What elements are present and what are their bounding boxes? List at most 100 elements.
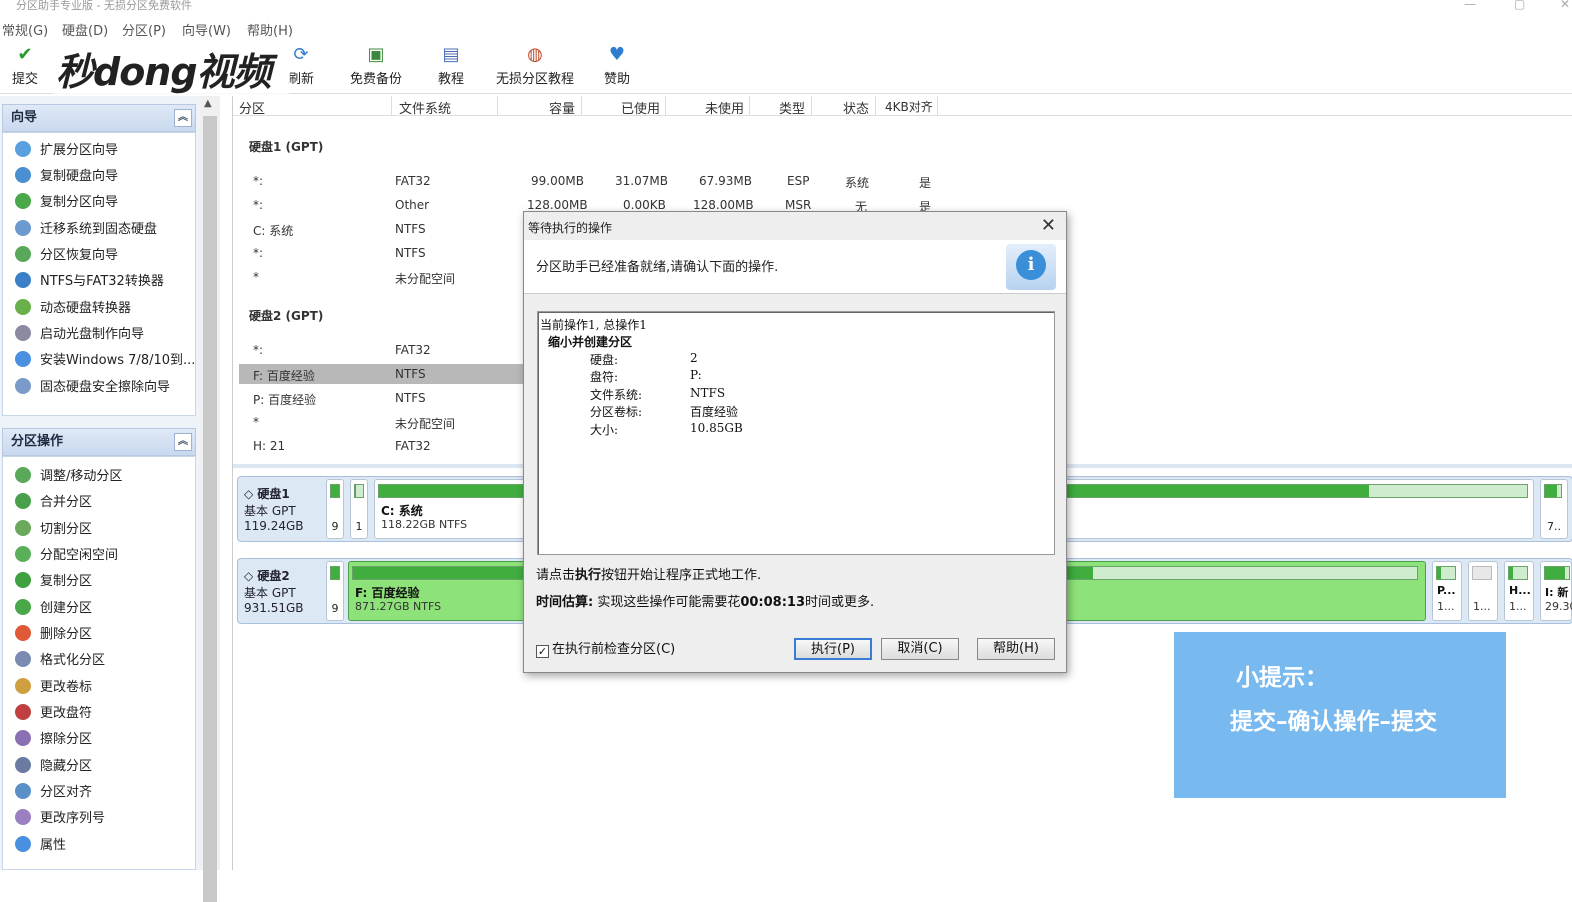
wizard-item[interactable]: 固态硬盘安全擦除向导	[15, 377, 170, 399]
estimate-text: 时间或更多.	[805, 595, 875, 610]
scrollbar-thumb[interactable]	[203, 116, 217, 902]
partition-block[interactable]: 9	[326, 479, 344, 539]
menu-help[interactable]: 帮助(H)	[247, 20, 293, 39]
partition-name: P...	[1437, 584, 1456, 597]
operations-list[interactable]: 当前操作1, 总操作1 缩小并创建分区 硬盘: 2 盘符: P: 文件系统: N…	[537, 311, 1055, 555]
col-divider	[749, 96, 750, 116]
partition-block-unallocated[interactable]: 1...	[1468, 561, 1498, 621]
op-item[interactable]: 复制分区	[15, 571, 92, 593]
collapse-icon[interactable]: ︽	[174, 109, 192, 127]
col-status[interactable]: 状态	[843, 98, 869, 117]
op-item[interactable]: 调整/移动分区	[15, 466, 122, 488]
menu-general[interactable]: 常规(G)	[2, 20, 48, 39]
op-icon	[15, 809, 31, 825]
cancel-button[interactable]: 取消(C)	[881, 638, 959, 660]
wizard-item[interactable]: 复制分区向导	[15, 192, 118, 214]
col-4k-align[interactable]: 4KB对齐	[885, 98, 933, 115]
partition-block[interactable]: 1	[350, 479, 368, 539]
check-before-execute-checkbox[interactable]: ✓ 在执行前检查分区(C)	[536, 638, 675, 658]
disk1-header[interactable]: 硬盘1 (GPT)	[249, 138, 323, 155]
partition-block[interactable]: I: 新 29.30	[1540, 561, 1572, 621]
maximize-icon[interactable]: ▢	[1514, 0, 1525, 10]
wizard-item-label: 分区恢复向导	[40, 248, 119, 263]
col-capacity[interactable]: 容量	[549, 98, 575, 117]
checkbox-icon[interactable]: ✓	[536, 645, 549, 658]
op-item[interactable]: 隐藏分区	[15, 756, 92, 778]
close-icon[interactable]: ✕	[1041, 216, 1056, 236]
tutorial-button[interactable]: ▤ 教程	[438, 44, 464, 87]
col-unused[interactable]: 未使用	[705, 98, 744, 117]
disk2-size: 931.51GB	[244, 601, 304, 615]
wizard-item[interactable]: 分区恢复向导	[15, 245, 118, 267]
lossless-tutorial-button[interactable]: ◍ 无损分区教程	[496, 44, 574, 87]
wizard-item[interactable]: 复制硬盘向导	[15, 166, 118, 188]
wizard-item[interactable]: 迁移系统到固态硬盘	[15, 219, 157, 241]
col-divider	[497, 96, 498, 116]
backup-button[interactable]: ▣ 免费备份	[350, 44, 402, 87]
menu-wizard[interactable]: 向导(W)	[182, 20, 231, 39]
partition-block[interactable]: 9	[326, 561, 344, 621]
op-item[interactable]: 合并分区	[15, 492, 92, 514]
cell-capacity: 99.00MB	[531, 174, 584, 188]
op-item[interactable]: 删除分区	[15, 624, 92, 646]
op-item[interactable]: 格式化分区	[15, 650, 105, 672]
col-partition[interactable]: 分区	[239, 98, 265, 117]
wizard-item[interactable]: 扩展分区向导	[15, 140, 118, 162]
sidebar-scrollbar[interactable]: ▲	[200, 96, 220, 902]
help-button[interactable]: 帮助(H)	[977, 638, 1055, 660]
cell-status: 系统	[845, 176, 870, 190]
donate-label: 赞助	[604, 72, 631, 87]
col-used[interactable]: 已使用	[621, 98, 660, 117]
partition-block[interactable]: H... 1...	[1504, 561, 1534, 621]
col-filesystem[interactable]: 文件系统	[399, 98, 451, 117]
wizard-item[interactable]: 安装Windows 7/8/10到...	[15, 350, 195, 372]
menu-partition[interactable]: 分区(P)	[122, 20, 166, 39]
op-icon	[15, 704, 31, 720]
donate-button[interactable]: ♥ 赞助	[604, 44, 630, 87]
cell-filesystem: 未分配空间	[395, 417, 456, 431]
op-item[interactable]: 分区对齐	[15, 782, 92, 804]
tip-title: 小提示：	[1236, 665, 1328, 691]
op-item[interactable]: 切割分区	[15, 519, 92, 541]
partition-block[interactable]: 7..	[1540, 479, 1568, 539]
execute-button[interactable]: 执行(P)	[794, 638, 872, 660]
op-item-label: 擦除分区	[40, 732, 93, 747]
partition-name: F: 百度经验	[355, 586, 420, 600]
op-item[interactable]: 擦除分区	[15, 729, 92, 751]
wizard-icon	[15, 272, 31, 288]
ops-panel-header[interactable]: 分区操作 ︽	[2, 428, 196, 456]
ops-panel: 调整/移动分区 合并分区 切割分区 分配空闲空间 复制分区 创建分区 删除分区 …	[2, 456, 196, 870]
col-type[interactable]: 类型	[779, 98, 805, 117]
collapse-icon[interactable]: ︽	[174, 433, 192, 451]
submit-button[interactable]: ✔ 提交	[12, 44, 38, 87]
partition-name: H...	[1509, 584, 1531, 597]
pending-operations-dialog: 等待执行的操作 ✕ 分区助手已经准备就绪,请确认下面的操作. i 当前操作1, …	[523, 211, 1067, 673]
op-item[interactable]: 更改盘符	[15, 703, 92, 725]
menu-disk[interactable]: 硬盘(D)	[62, 20, 108, 39]
refresh-icon: ⟳	[293, 44, 309, 65]
op-item-label: 删除分区	[40, 627, 93, 642]
op-item[interactable]: 创建分区	[15, 598, 92, 620]
partition-label: 9	[331, 602, 339, 615]
checkbox-label: 在执行前检查分区(C)	[552, 642, 676, 657]
op-icon	[15, 599, 31, 615]
info-icon: i	[1006, 244, 1056, 290]
wizard-panel-header[interactable]: 向导 ︽	[2, 104, 196, 132]
scroll-up-icon[interactable]: ▲	[204, 98, 212, 109]
op-item[interactable]: 更改序列号	[15, 808, 105, 830]
wizard-item[interactable]: NTFS与FAT32转换器	[15, 271, 164, 293]
wizard-icon	[15, 167, 31, 183]
op-item[interactable]: 分配空闲空间	[15, 545, 118, 567]
wizard-item[interactable]: 启动光盘制作向导	[15, 324, 144, 346]
op-item[interactable]: 更改卷标	[15, 677, 92, 699]
close-window-icon[interactable]: ✕	[1560, 0, 1570, 10]
partition-block[interactable]: P... 1...	[1432, 561, 1462, 621]
minimize-icon[interactable]: —	[1464, 0, 1476, 10]
op-item[interactable]: 属性	[15, 835, 66, 857]
col-divider	[875, 96, 876, 116]
disk2-header[interactable]: 硬盘2 (GPT)	[249, 307, 323, 324]
refresh-button[interactable]: ⟳ 刷新	[288, 44, 314, 87]
cell-filesystem: NTFS	[395, 391, 426, 405]
field-label: 分区卷标:	[590, 405, 643, 419]
wizard-item[interactable]: 动态硬盘转换器	[15, 298, 131, 320]
